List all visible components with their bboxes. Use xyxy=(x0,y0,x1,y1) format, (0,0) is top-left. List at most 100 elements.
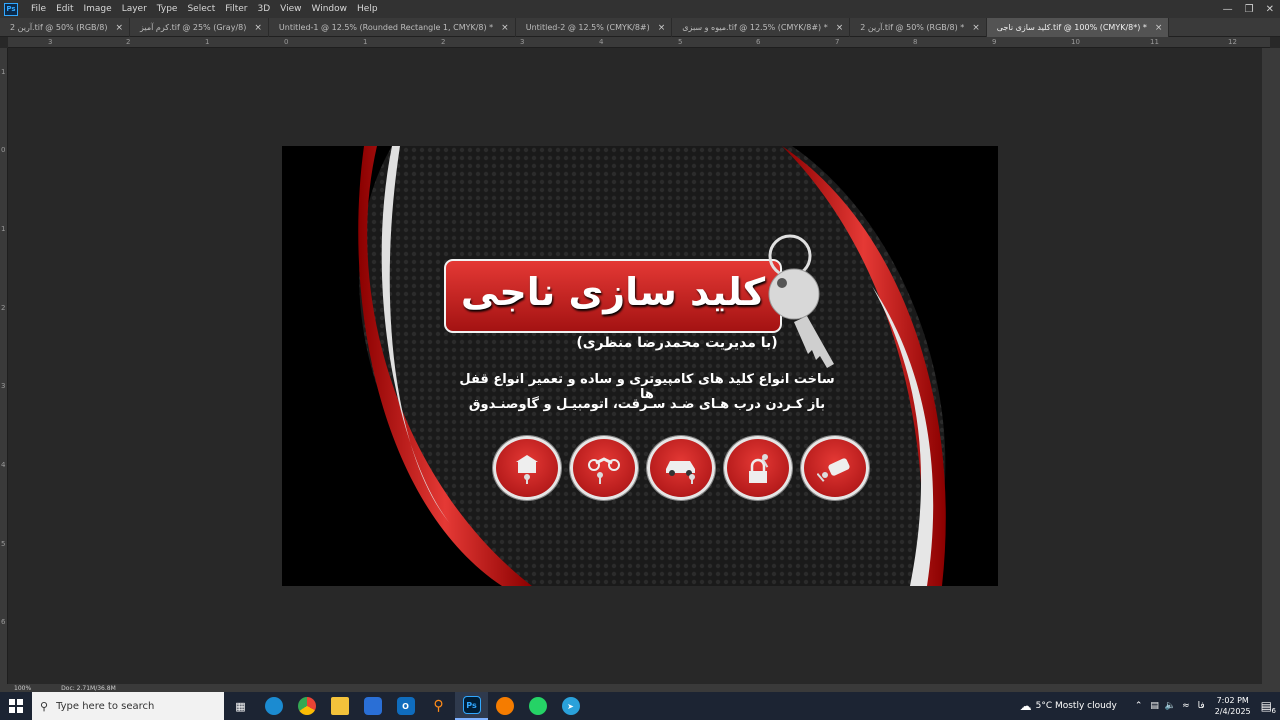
tab-document-active[interactable]: کلید سازی ناجی.tif @ 100% (CMYK/8*) * × xyxy=(986,18,1170,37)
menu-filter[interactable]: Filter xyxy=(220,4,252,14)
ruler-label: 1 xyxy=(363,38,368,46)
ruler-label: 3 xyxy=(520,38,525,46)
ruler-label: 5 xyxy=(1,540,6,548)
tab-label: Untitled-2 @ 12.5% (CMYK/8#) xyxy=(525,23,650,32)
tab-document[interactable]: آرین 2.tif @ 50% (RGB/8) * × xyxy=(850,18,987,37)
clock[interactable]: 7:02 PM 2/4/2025 xyxy=(1215,695,1251,717)
telegram-icon[interactable]: ➤ xyxy=(554,692,587,720)
ruler-label: 11 xyxy=(1150,38,1159,46)
close-tab-icon[interactable]: × xyxy=(972,23,980,33)
close-icon[interactable]: ✕ xyxy=(1266,4,1274,15)
ruler-label: 6 xyxy=(1,618,6,626)
menu-select[interactable]: Select xyxy=(182,4,220,14)
menu-layer[interactable]: Layer xyxy=(117,4,152,14)
menu-edit[interactable]: Edit xyxy=(51,4,78,14)
close-tab-icon[interactable]: × xyxy=(1155,23,1163,33)
close-tab-icon[interactable]: × xyxy=(254,23,262,33)
padlock-keys-icon xyxy=(724,436,792,500)
menu-bar: Ps File Edit Image Layer Type Select Fil… xyxy=(0,0,1280,18)
zoom-level[interactable]: 100% xyxy=(14,685,31,692)
tab-document[interactable]: کرم آمیز.tif @ 25% (Gray/8) × xyxy=(130,18,269,37)
menu-window[interactable]: Window xyxy=(307,4,353,14)
search-app-icon[interactable]: ⚲ xyxy=(422,692,455,720)
document-tabs: آرین 2.tif @ 50% (RGB/8) × کرم آمیز.tif @… xyxy=(0,18,1280,37)
document-canvas[interactable]: کلید سازی ناجی (با مدیریت محمدرضا منظری)… xyxy=(282,146,998,586)
ruler-label: 5 xyxy=(678,38,683,46)
tab-document[interactable]: میوه و سبزی.tif @ 12.5% (CMYK/8#) * × xyxy=(672,18,851,37)
whatsapp-icon[interactable] xyxy=(521,692,554,720)
ruler-label: 2 xyxy=(441,38,446,46)
tab-document[interactable]: Untitled-2 @ 12.5% (CMYK/8#) × xyxy=(516,18,673,37)
search-placeholder: Type here to search xyxy=(56,700,155,712)
ruler-label: 0 xyxy=(284,38,289,46)
clock-date: 2/4/2025 xyxy=(1214,707,1251,716)
tab-label: آرین 2.tif @ 50% (RGB/8) * xyxy=(860,23,965,32)
photoshop-logo-icon: Ps xyxy=(4,2,18,16)
ruler-label: 12 xyxy=(1228,38,1237,46)
photoshop-taskbar-icon[interactable]: Ps xyxy=(455,692,488,720)
restore-icon[interactable]: ❐ xyxy=(1245,4,1254,15)
artwork-background xyxy=(358,146,946,586)
outlook-icon[interactable]: O xyxy=(389,692,422,720)
taskbar-search-box[interactable]: ⚲ Type here to search xyxy=(32,692,224,720)
volume-icon[interactable]: 🔈 xyxy=(1165,701,1176,711)
ruler-label: 8 xyxy=(913,38,918,46)
menu-file[interactable]: File xyxy=(26,4,51,14)
document-size[interactable]: Doc: 2.71M/36.8M xyxy=(61,685,116,692)
windows-start-icon[interactable] xyxy=(0,692,32,720)
wifi-icon[interactable]: ≈ xyxy=(1182,701,1190,711)
vertical-scrollbar[interactable] xyxy=(1262,48,1280,684)
motorcycle-key-icon xyxy=(570,436,638,500)
building-keys-icon xyxy=(493,436,561,500)
ruler-label: 1 xyxy=(1,68,6,76)
file-explorer-icon[interactable] xyxy=(323,692,356,720)
store-icon[interactable] xyxy=(356,692,389,720)
ruler-label: 9 xyxy=(992,38,997,46)
close-tab-icon[interactable]: × xyxy=(836,23,844,33)
chevron-up-icon[interactable]: ⌃ xyxy=(1135,701,1143,711)
clock-time: 7:02 PM xyxy=(1216,696,1249,705)
ruler-label: 4 xyxy=(599,38,604,46)
ruler-label: 4 xyxy=(1,461,6,469)
tab-document[interactable]: Untitled-1 @ 12.5% (Rounded Rectangle 1,… xyxy=(269,18,516,37)
ruler-label: 0 xyxy=(1,146,6,154)
ruler-label: 3 xyxy=(48,38,53,46)
menu-help[interactable]: Help xyxy=(352,4,383,14)
menu-view[interactable]: View xyxy=(275,4,306,14)
vertical-ruler[interactable]: 1 0 1 2 3 4 5 6 xyxy=(0,48,8,684)
tab-document[interactable]: آرین 2.tif @ 50% (RGB/8) × xyxy=(0,18,130,37)
ruler-label: 2 xyxy=(126,38,131,46)
language-indicator[interactable]: فا xyxy=(1198,701,1205,711)
task-view-icon[interactable]: ▦ xyxy=(224,692,257,720)
notification-count: 6 xyxy=(1271,707,1276,715)
app-orange-icon[interactable] xyxy=(488,692,521,720)
car-key-icon xyxy=(647,436,715,500)
tab-label: آرین 2.tif @ 50% (RGB/8) xyxy=(10,23,108,32)
edge-icon[interactable] xyxy=(257,692,290,720)
close-tab-icon[interactable]: × xyxy=(115,23,123,33)
tab-label: Untitled-1 @ 12.5% (Rounded Rectangle 1,… xyxy=(278,23,494,32)
network-icon[interactable]: ▤ xyxy=(1150,701,1159,711)
chrome-icon[interactable] xyxy=(290,692,323,720)
tab-label: میوه و سبزی.tif @ 12.5% (CMYK/8#) * xyxy=(682,23,828,32)
close-tab-icon[interactable]: × xyxy=(658,23,666,33)
services-line-2: باز کـردن درب هـای ضـد سـرقت، اتومبیـل و… xyxy=(468,397,826,412)
menu-image[interactable]: Image xyxy=(79,4,117,14)
ruler-label: 3 xyxy=(1,382,6,390)
menu-type[interactable]: Type xyxy=(152,4,183,14)
tab-label: کلید سازی ناجی.tif @ 100% (CMYK/8*) * xyxy=(996,23,1147,32)
menu-3d[interactable]: 3D xyxy=(253,4,276,14)
close-tab-icon[interactable]: × xyxy=(501,23,509,33)
ruler-label: 10 xyxy=(1071,38,1080,46)
ruler-label: 6 xyxy=(756,38,761,46)
weather-text[interactable]: 5°C Mostly cloudy xyxy=(1036,701,1117,711)
status-bar: 100% Doc: 2.71M/36.8M xyxy=(0,684,1280,692)
minimize-icon[interactable]: — xyxy=(1223,4,1233,15)
manager-subtitle: (با مدیریت محمدرضا منظری) xyxy=(576,335,778,351)
horizontal-ruler[interactable]: 3 2 1 0 1 2 3 4 5 6 7 8 9 10 11 12 xyxy=(8,37,1270,48)
ruler-label: 2 xyxy=(1,304,6,312)
notification-icon[interactable]: ▤ 6 xyxy=(1261,699,1276,715)
weather-icon[interactable]: ☁ xyxy=(1020,699,1032,713)
system-tray: ☁ 5°C Mostly cloudy ⌃ ▤ 🔈 ≈ فا 7:02 PM 2… xyxy=(1020,692,1280,720)
remote-key-icon xyxy=(801,436,869,500)
